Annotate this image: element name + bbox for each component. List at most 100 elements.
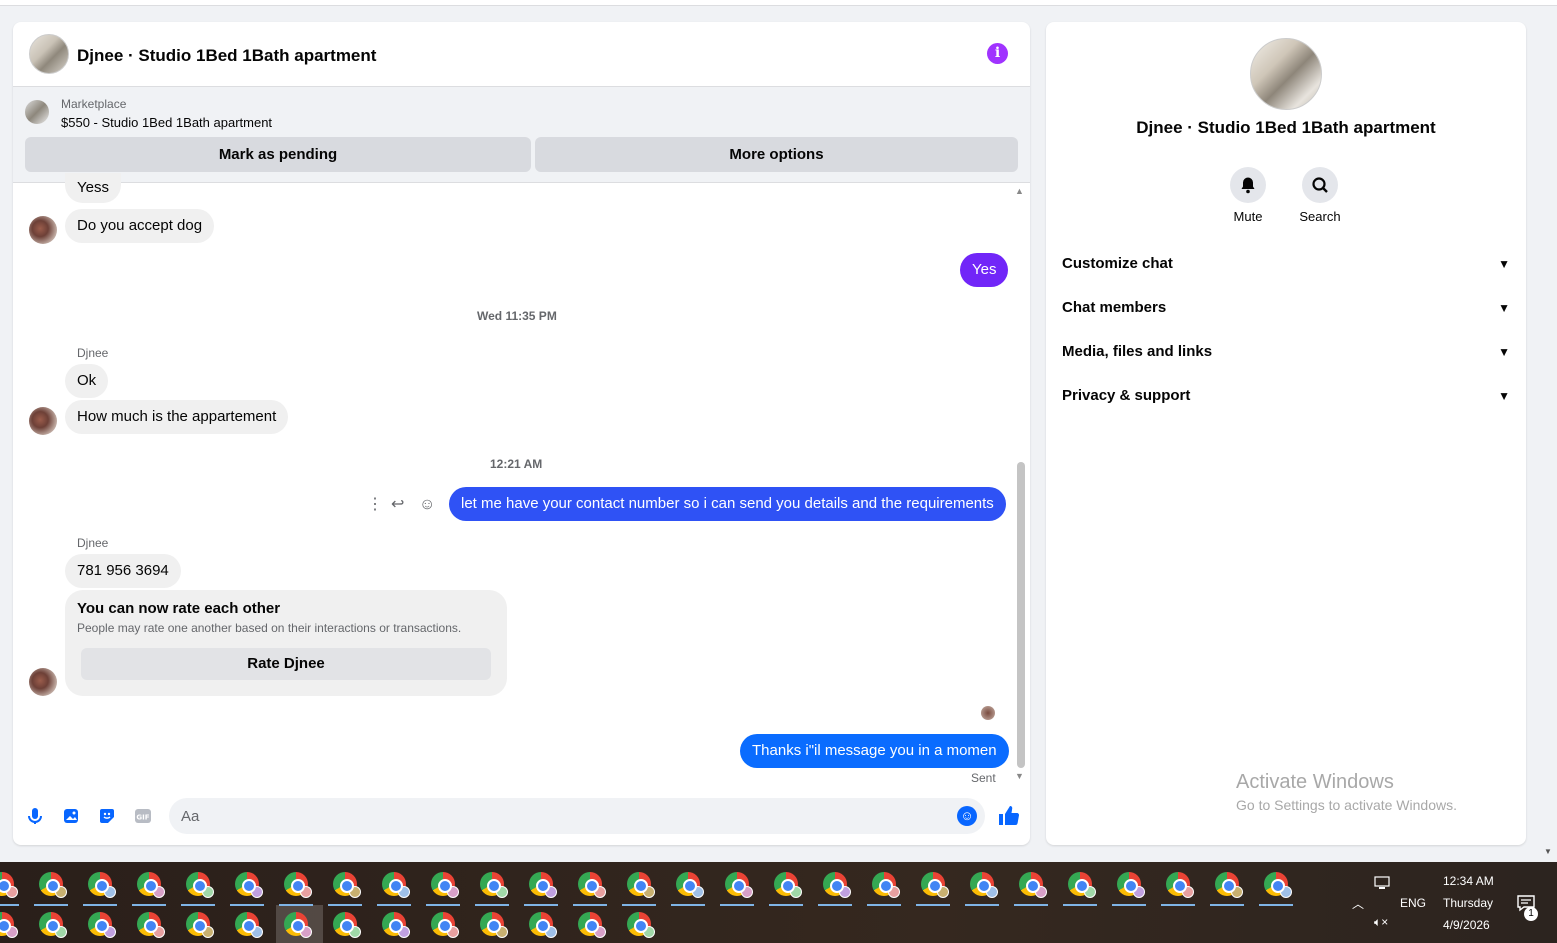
message-outgoing[interactable]: Thanks i"il message you in a momen — [740, 734, 1009, 768]
language-indicator[interactable]: ENG — [1400, 896, 1426, 910]
chrome-app-icon[interactable] — [529, 912, 557, 938]
sticker-icon[interactable] — [97, 806, 117, 826]
message-input[interactable]: Aa ☺ — [169, 798, 985, 834]
app-running-indicator — [1210, 904, 1244, 906]
network-icon[interactable] — [1374, 876, 1392, 893]
chrome-app-icon[interactable] — [235, 872, 263, 898]
scrollbar-thumb[interactable] — [1017, 462, 1025, 768]
clock-time[interactable]: 12:34 AM — [1443, 874, 1494, 888]
message-incoming[interactable]: Yess — [65, 173, 121, 203]
chrome-app-icon[interactable] — [284, 872, 312, 898]
react-icon[interactable]: ☺ — [419, 494, 435, 516]
chrome-app-icon[interactable] — [1166, 872, 1194, 898]
chrome-app-icon[interactable] — [970, 872, 998, 898]
chrome-app-icon[interactable] — [823, 872, 851, 898]
chrome-app-icon[interactable] — [872, 872, 900, 898]
chrome-app-icon[interactable] — [431, 872, 459, 898]
chrome-app-icon[interactable] — [1215, 872, 1243, 898]
chrome-app-icon[interactable] — [627, 872, 655, 898]
chrome-app-icon[interactable] — [921, 872, 949, 898]
bell-icon[interactable] — [1230, 167, 1266, 203]
chat-header: Djnee · Studio 1Bed 1Bath apartment i — [13, 22, 1030, 87]
mute-label: Mute — [1233, 209, 1263, 224]
chrome-app-icon[interactable] — [88, 872, 116, 898]
reply-icon[interactable]: ↩ — [391, 494, 404, 516]
listing-thumbnail[interactable] — [25, 100, 49, 124]
chrome-app-icon[interactable] — [725, 872, 753, 898]
message-outgoing[interactable]: Yes — [960, 253, 1009, 287]
chrome-app-icon[interactable] — [774, 872, 802, 898]
chrome-app-icon[interactable] — [480, 872, 508, 898]
chrome-app-icon[interactable] — [235, 912, 263, 938]
scroll-down-arrow[interactable]: ▼ — [1015, 771, 1024, 781]
chrome-app-icon[interactable] — [186, 872, 214, 898]
volume-muted-icon[interactable]: 🔈︎× — [1374, 915, 1388, 930]
mute-action[interactable]: Mute — [1218, 167, 1278, 224]
more-icon[interactable]: ⋮ — [367, 494, 383, 516]
accordion-media-files-links[interactable]: Media, files and links ▼ — [1062, 343, 1510, 373]
chrome-app-icon[interactable] — [1264, 872, 1292, 898]
chrome-app-icon[interactable] — [39, 912, 67, 938]
listing-avatar[interactable] — [29, 34, 69, 74]
message-incoming[interactable]: How much is the appartement — [65, 400, 289, 434]
chrome-app-icon[interactable] — [382, 872, 410, 898]
chrome-app-icon[interactable] — [0, 912, 18, 938]
chrome-app-icon[interactable] — [0, 872, 18, 898]
message-input-placeholder: Aa — [181, 808, 200, 825]
chrome-app-icon[interactable] — [1117, 872, 1145, 898]
chrome-app-icon[interactable] — [627, 912, 655, 938]
app-running-indicator — [475, 904, 509, 906]
chrome-app-icon[interactable] — [578, 912, 606, 938]
chevron-up-icon[interactable]: ︿ — [1352, 895, 1364, 912]
chrome-app-icon[interactable] — [186, 912, 214, 938]
clock-day[interactable]: Thursday — [1443, 896, 1493, 910]
chrome-app-icon[interactable] — [137, 872, 165, 898]
accordion-privacy-support[interactable]: Privacy & support ▼ — [1062, 387, 1510, 417]
rate-button[interactable]: Rate Djnee — [81, 648, 491, 680]
app-running-indicator — [426, 904, 460, 906]
conversation-info-panel: Djnee · Studio 1Bed 1Bath apartment Mute… — [1046, 22, 1526, 845]
more-options-button[interactable]: More options — [535, 137, 1018, 172]
clock-date[interactable]: 4/9/2026 — [1443, 918, 1490, 932]
chrome-app-icon[interactable] — [1019, 872, 1047, 898]
chrome-app-icon[interactable] — [88, 912, 116, 938]
chrome-app-icon[interactable] — [676, 872, 704, 898]
gif-icon[interactable]: GIF — [133, 806, 153, 826]
chrome-app-icon[interactable] — [333, 912, 361, 938]
search-icon[interactable] — [1302, 167, 1338, 203]
scroll-up-arrow[interactable]: ▲ — [1015, 186, 1024, 196]
rate-card-title: You can now rate each other — [77, 600, 281, 617]
chat-title[interactable]: Djnee · Studio 1Bed 1Bath apartment — [77, 46, 376, 66]
message-outgoing[interactable]: let me have your contact number so i can… — [449, 487, 1006, 521]
chrome-app-icon[interactable] — [39, 872, 67, 898]
search-action[interactable]: Search — [1290, 167, 1350, 224]
like-icon[interactable] — [997, 804, 1021, 828]
sender-avatar[interactable] — [29, 216, 57, 244]
chrome-app-icon[interactable] — [480, 912, 508, 938]
listing-avatar-large[interactable] — [1250, 38, 1322, 110]
accordion-chat-members[interactable]: Chat members ▼ — [1062, 299, 1510, 329]
message-incoming[interactable]: Do you accept dog — [65, 209, 215, 243]
emoji-icon[interactable]: ☺ — [957, 806, 977, 826]
mark-as-pending-button[interactable]: Mark as pending — [25, 137, 531, 172]
sender-avatar[interactable] — [29, 668, 57, 696]
photo-icon[interactable] — [61, 806, 81, 826]
info-icon[interactable]: i — [987, 43, 1008, 64]
app-running-indicator — [769, 904, 803, 906]
page-scroll-down-arrow[interactable]: ▼ — [1544, 847, 1552, 856]
listing-title[interactable]: $550 - Studio 1Bed 1Bath apartment — [61, 115, 272, 130]
message-incoming[interactable]: Ok — [65, 364, 109, 398]
message-incoming[interactable]: 781 956 3694 — [65, 554, 181, 588]
chrome-app-icon[interactable] — [333, 872, 361, 898]
chrome-app-icon[interactable] — [1068, 872, 1096, 898]
chrome-app-icon[interactable] — [284, 912, 312, 938]
sender-avatar[interactable] — [29, 407, 57, 435]
chrome-app-icon[interactable] — [431, 912, 459, 938]
microphone-icon[interactable] — [25, 806, 45, 826]
chrome-app-icon[interactable] — [529, 872, 557, 898]
chrome-app-icon[interactable] — [382, 912, 410, 938]
accordion-customize-chat[interactable]: Customize chat ▼ — [1062, 255, 1510, 285]
app-running-indicator — [1112, 904, 1146, 906]
chrome-app-icon[interactable] — [578, 872, 606, 898]
chrome-app-icon[interactable] — [137, 912, 165, 938]
